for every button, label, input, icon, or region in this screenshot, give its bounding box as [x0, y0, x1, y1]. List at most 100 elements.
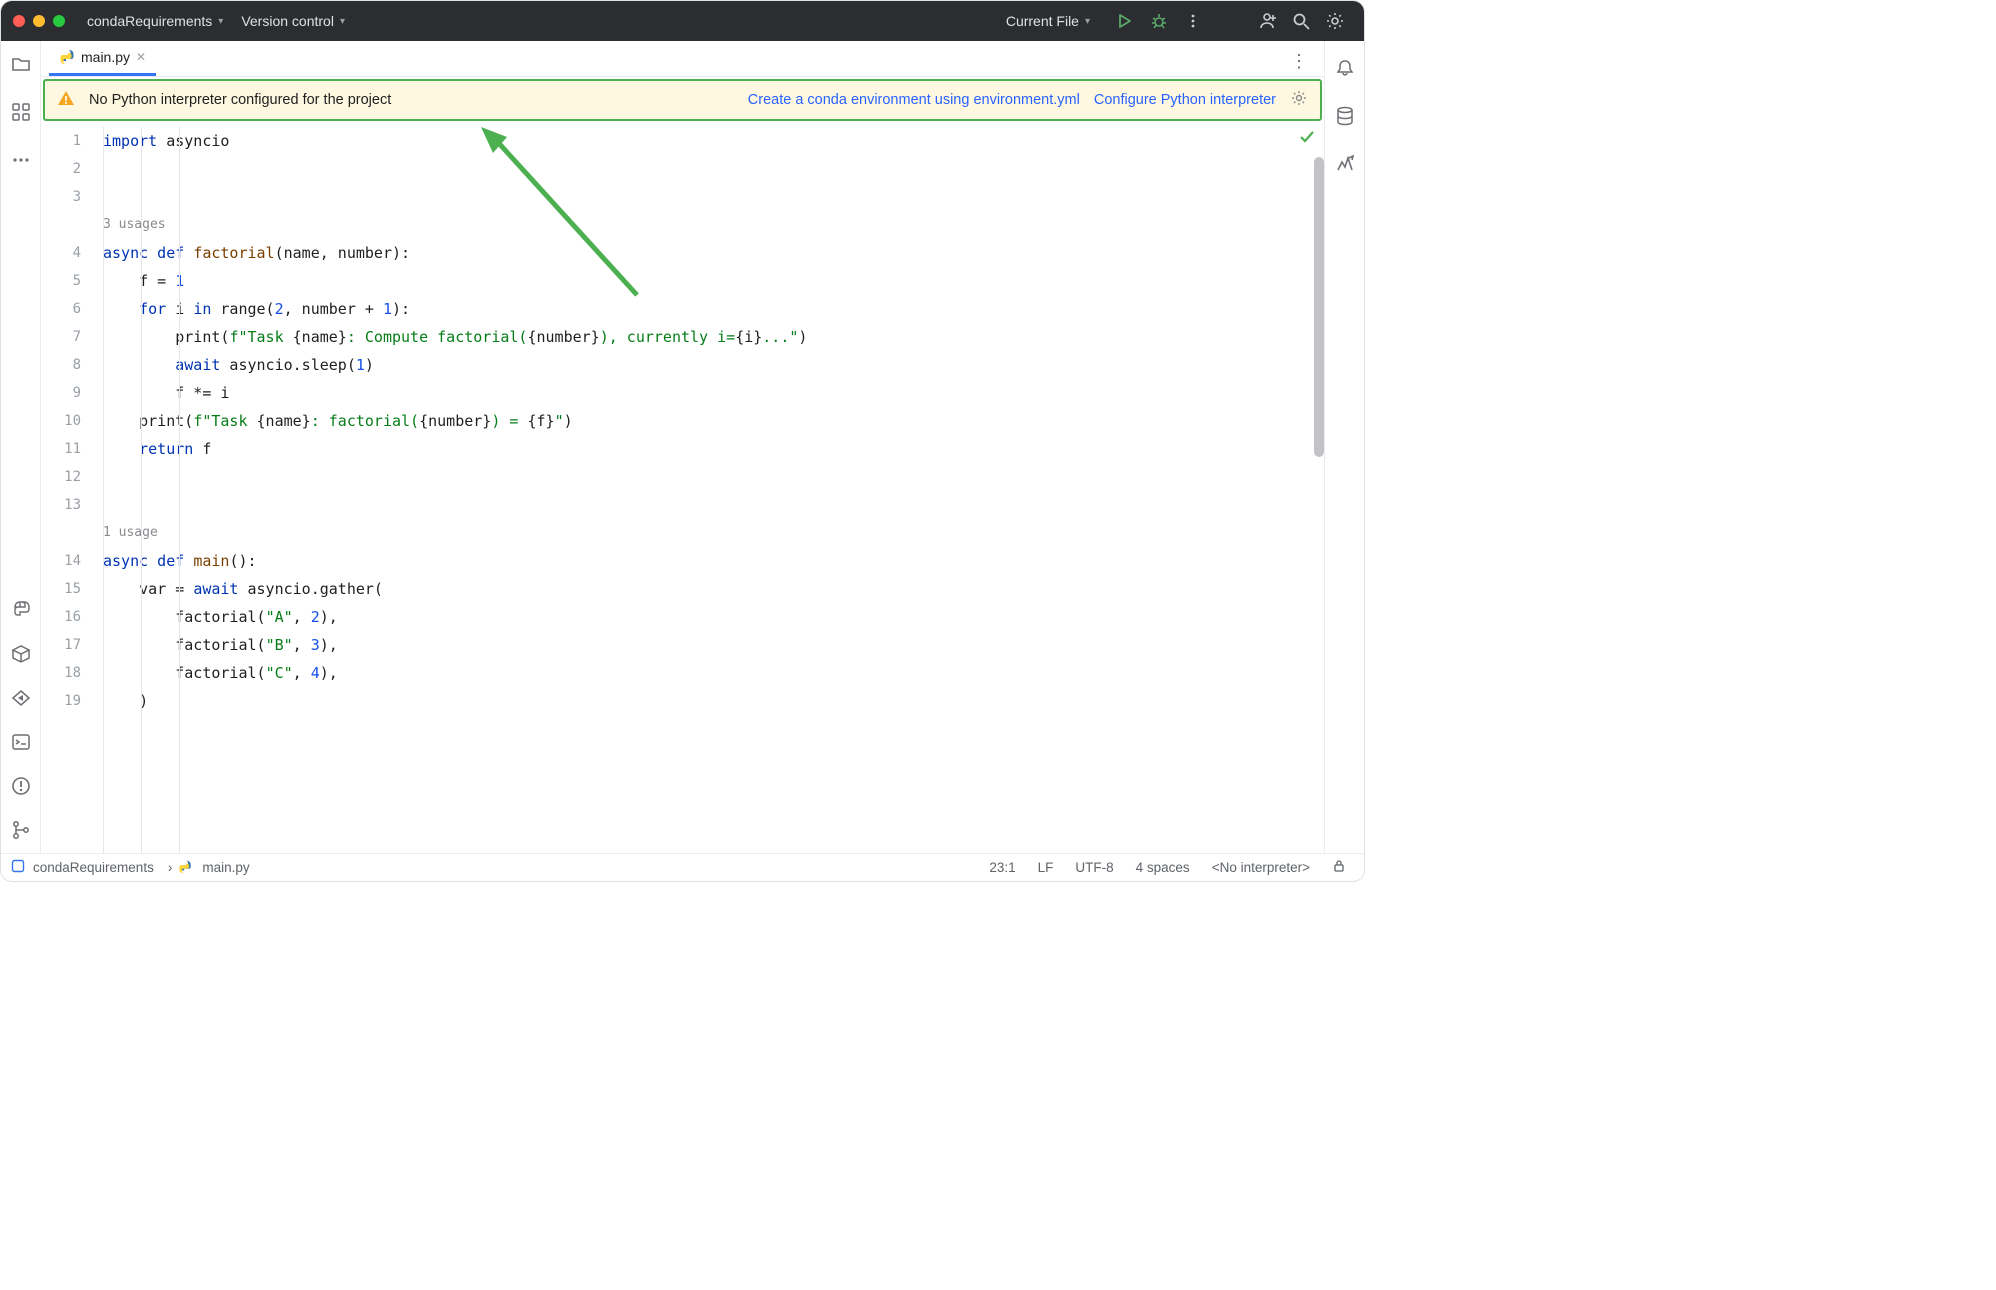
- search-everywhere-button[interactable]: [1290, 10, 1312, 32]
- line-no: 2: [41, 155, 97, 183]
- code-line: ): [97, 687, 1324, 715]
- editor-body[interactable]: 1 2 3 4 5 6 7 8 9 10 11 12 13 14 15: [41, 121, 1324, 853]
- warning-icon: [57, 89, 75, 111]
- more-tools-icon[interactable]: [10, 149, 32, 171]
- line-no: 6: [41, 295, 97, 323]
- notifications-icon[interactable]: [1334, 57, 1356, 79]
- vcs-tool-icon[interactable]: [10, 819, 32, 841]
- line-no: 11: [41, 435, 97, 463]
- usages-inlay[interactable]: 1 usage: [97, 519, 1324, 547]
- line-no: 14: [41, 547, 97, 575]
- file-encoding[interactable]: UTF-8: [1075, 860, 1113, 875]
- line-no: 19: [41, 687, 97, 715]
- debug-button[interactable]: [1148, 10, 1170, 32]
- close-tab-icon[interactable]: ✕: [136, 50, 146, 64]
- code-line: print(f"Task {name}: factorial({number})…: [97, 407, 1324, 435]
- code-line: for i in range(2, number + 1):: [97, 295, 1324, 323]
- run-config-selector[interactable]: Current File ▾: [1006, 13, 1090, 29]
- zoom-window[interactable]: [53, 15, 65, 27]
- line-no: 10: [41, 407, 97, 435]
- run-config-label: Current File: [1006, 13, 1079, 29]
- line-no: 13: [41, 491, 97, 519]
- tab-main-py[interactable]: main.py ✕: [49, 43, 156, 76]
- run-button[interactable]: [1114, 10, 1136, 32]
- titlebar: condaRequirements ▾ Version control ▾ Cu…: [1, 1, 1364, 41]
- version-control-selector[interactable]: Version control ▾: [241, 13, 345, 29]
- code-line: [97, 155, 1324, 183]
- editor-tabs: main.py ✕ ⋮: [41, 41, 1324, 77]
- problems-tool-icon[interactable]: [10, 775, 32, 797]
- line-separator[interactable]: LF: [1038, 860, 1054, 875]
- chevron-down-icon: ▾: [218, 16, 223, 27]
- line-no: 1: [41, 127, 97, 155]
- code-line: factorial("B", 3),: [97, 631, 1324, 659]
- indent-setting[interactable]: 4 spaces: [1136, 860, 1190, 875]
- settings-button[interactable]: [1324, 10, 1346, 32]
- code-line: [97, 491, 1324, 519]
- project-name-label: condaRequirements: [87, 13, 212, 29]
- code-line: f *= i: [97, 379, 1324, 407]
- window-controls: [13, 15, 65, 27]
- code-line: [97, 183, 1324, 211]
- cursor-position[interactable]: 23:1: [989, 860, 1015, 875]
- readonly-lock-icon[interactable]: [1332, 859, 1346, 876]
- line-gutter: 1 2 3 4 5 6 7 8 9 10 11 12 13 14 15: [41, 121, 97, 853]
- line-no: 18: [41, 659, 97, 687]
- line-no: 16: [41, 603, 97, 631]
- line-no: 15: [41, 575, 97, 603]
- scipy-tool-icon[interactable]: [1334, 153, 1356, 175]
- editor-area: main.py ✕ ⋮ No Python interpreter config…: [41, 41, 1324, 853]
- breadcrumb-file[interactable]: main.py: [202, 860, 249, 875]
- code-content[interactable]: import asyncio 3 usages async def factor…: [97, 121, 1324, 853]
- code-line: [97, 463, 1324, 491]
- inspection-ok-icon[interactable]: [1298, 127, 1316, 155]
- line-no: 7: [41, 323, 97, 351]
- editor-scrollbar-thumb[interactable]: [1314, 157, 1324, 457]
- code-line: await asyncio.sleep(1): [97, 351, 1324, 379]
- banner-message: No Python interpreter configured for the…: [89, 92, 391, 108]
- tab-filename: main.py: [81, 49, 130, 65]
- line-no: 3: [41, 183, 97, 211]
- code-line: return f: [97, 435, 1324, 463]
- breadcrumb-sep: ›: [168, 860, 173, 875]
- code-with-me-button[interactable]: [1256, 10, 1278, 32]
- breadcrumb-project[interactable]: condaRequirements: [33, 860, 154, 875]
- create-conda-env-link[interactable]: Create a conda environment using environ…: [748, 92, 1080, 108]
- services-tool-icon[interactable]: [10, 687, 32, 709]
- python-console-icon[interactable]: [10, 599, 32, 621]
- vc-label: Version control: [241, 13, 334, 29]
- interpreter-status[interactable]: <No interpreter>: [1212, 860, 1310, 875]
- structure-tool-icon[interactable]: [10, 101, 32, 123]
- minimize-window[interactable]: [33, 15, 45, 27]
- code-line: async def main():: [97, 547, 1324, 575]
- code-line: factorial("A", 2),: [97, 603, 1324, 631]
- line-no: 5: [41, 267, 97, 295]
- project-selector[interactable]: condaRequirements ▾: [87, 13, 223, 29]
- close-window[interactable]: [13, 15, 25, 27]
- code-line: factorial("C", 4),: [97, 659, 1324, 687]
- banner-settings-icon[interactable]: [1290, 89, 1308, 111]
- interpreter-warning-banner: No Python interpreter configured for the…: [43, 79, 1322, 121]
- configure-interpreter-link[interactable]: Configure Python interpreter: [1094, 92, 1276, 108]
- database-tool-icon[interactable]: [1334, 105, 1356, 127]
- code-line: var = await asyncio.gather(: [97, 575, 1324, 603]
- line-no: 17: [41, 631, 97, 659]
- chevron-down-icon: ▾: [340, 16, 345, 27]
- left-tool-rail: [1, 41, 41, 853]
- python-file-icon: [59, 49, 75, 65]
- chevron-down-icon: ▾: [1085, 16, 1090, 27]
- tabs-more-button[interactable]: ⋮: [1282, 47, 1316, 76]
- python-file-icon: [178, 860, 194, 876]
- terminal-tool-icon[interactable]: [10, 731, 32, 753]
- line-no: 12: [41, 463, 97, 491]
- code-line: print(f"Task {name}: Compute factorial({…: [97, 323, 1324, 351]
- line-no: 4: [41, 239, 97, 267]
- usages-inlay[interactable]: 3 usages: [97, 211, 1324, 239]
- line-no: 8: [41, 351, 97, 379]
- python-packages-icon[interactable]: [10, 643, 32, 665]
- line-no: 9: [41, 379, 97, 407]
- code-line: f = 1: [97, 267, 1324, 295]
- project-tool-icon[interactable]: [10, 53, 32, 75]
- more-actions-button[interactable]: [1182, 10, 1204, 32]
- code-line: import asyncio: [97, 127, 1324, 155]
